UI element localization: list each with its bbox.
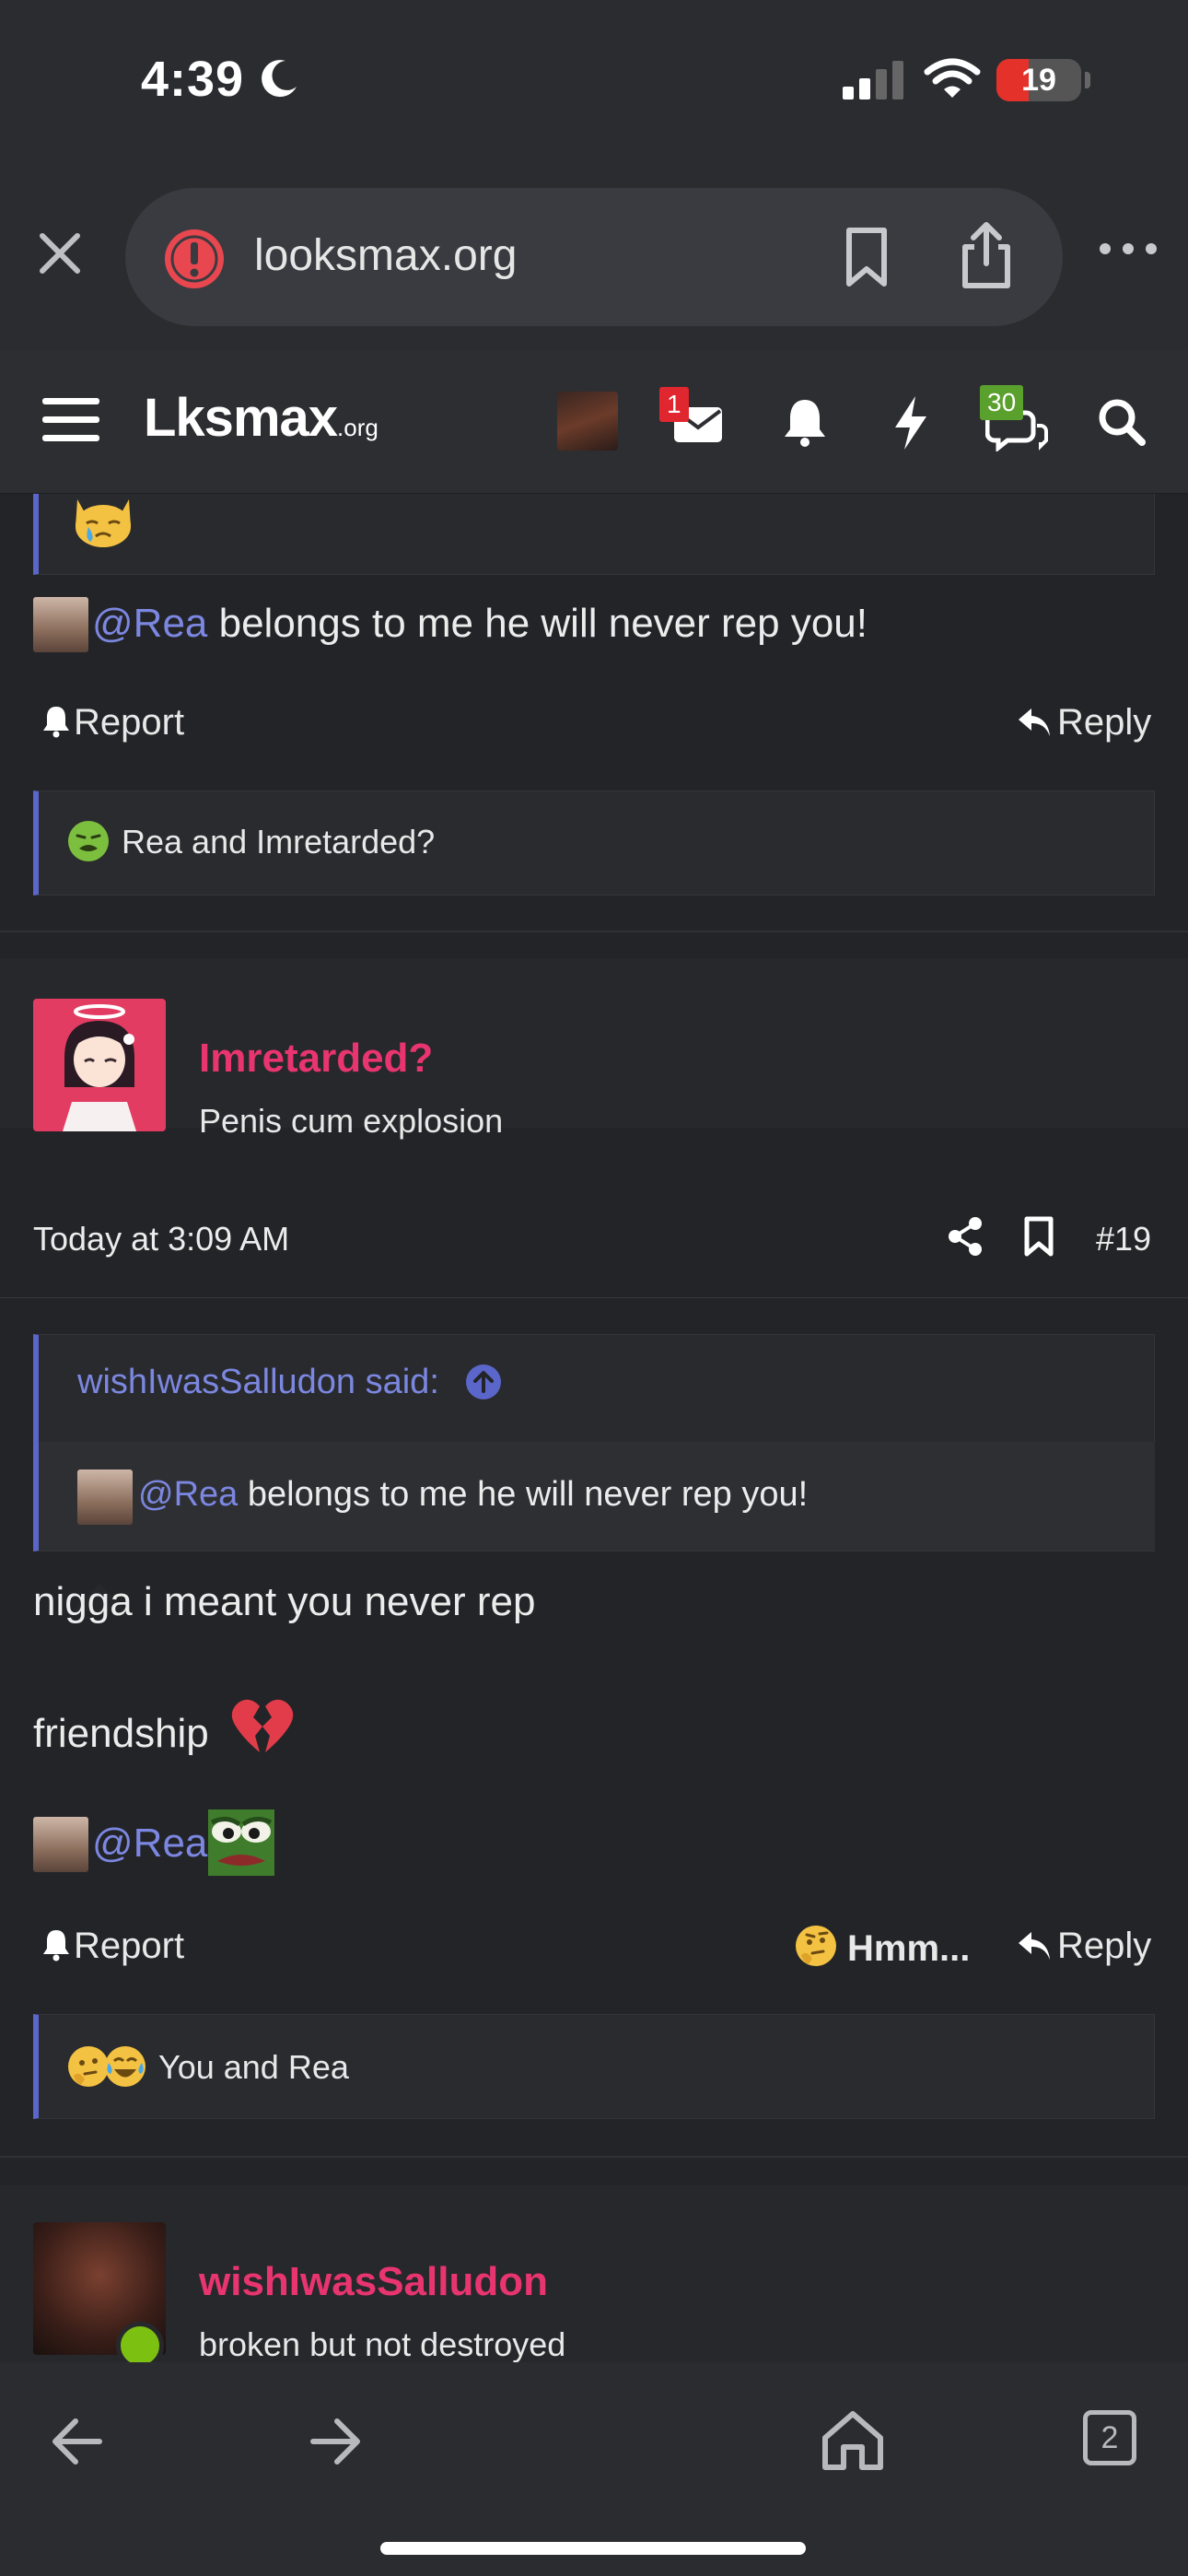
address-bar[interactable]: looksmax.org [125,188,1063,326]
reactions-bar[interactable]: Rea and Imretarded? [33,790,1155,896]
site-logo[interactable]: Lksmax.org [144,387,379,449]
react-hmm-label: Hmm... [847,1928,971,1969]
laughing-tears-emoji-icon [105,2046,146,2087]
chat-badge: 30 [980,385,1024,420]
jump-to-quote-icon[interactable] [465,1364,502,1400]
post-username[interactable]: wishIwasSalludon [199,2259,548,2305]
tab-count: 2 [1101,2420,1119,2455]
quote-block-tail [33,494,1155,575]
crying-cat-emoji-icon [76,499,131,547]
quote-text: @Rea belongs to me he will never rep you… [138,1475,808,1515]
site-navbar: Lksmax.org 1 30 [0,350,1188,494]
share-icon[interactable] [954,219,1019,289]
post-body-text: @Rea belongs to me he will never rep you… [92,601,868,647]
reactions-bar[interactable]: You and Rea [33,2014,1155,2119]
bookmark-icon[interactable] [834,225,899,289]
site-logo-suffix: .org [337,414,379,441]
user-mention-link[interactable]: @Rea [92,601,207,646]
post-user-header: wishIwasSalludon broken but not destroye… [0,2185,1188,2362]
post-body-mention[interactable]: @Rea [92,1821,207,1867]
online-status-dot [116,2322,164,2362]
user-avatar[interactable] [33,999,166,1131]
reactions-text: Rea and Imretarded? [122,823,436,861]
sick-face-emoji-icon [68,821,109,861]
mention-avatar [33,597,88,652]
status-bar: 4:39 19 [0,0,1188,175]
thread-content: @Rea belongs to me he will never rep you… [0,494,1188,2362]
forward-arrow-icon[interactable] [308,2416,363,2467]
post-username[interactable]: Imretarded? [199,1036,433,1082]
account-avatar[interactable] [557,392,618,451]
post-body-text-rest: belongs to me he will never rep you! [207,601,868,646]
pepe-frog-emoji-icon [208,1809,274,1876]
report-label: Report [74,1926,185,1966]
post-divider [0,931,1188,932]
post-divider [0,2156,1188,2158]
status-time: 4:39 [141,52,245,107]
url-text[interactable]: looksmax.org [254,230,517,281]
search-icon[interactable] [1096,396,1147,448]
quote-text-rest: belongs to me he will never rep you! [238,1475,809,1514]
anime-avatar-image [63,1004,136,1131]
wifi-icon [924,58,981,98]
menu-icon[interactable] [41,394,101,446]
reply-button[interactable]: Reply [1017,1926,1151,1967]
cellular-signal-icon [843,61,903,100]
post-body-line-2: friendship [33,1699,294,1757]
battery-icon: 19 [996,59,1081,101]
security-warning-icon[interactable] [162,227,227,291]
reply-arrow-icon [1019,1932,1050,1960]
tabs-button[interactable]: 2 [1083,2410,1136,2465]
mention-avatar [33,1817,88,1872]
battery-terminal [1085,72,1090,88]
user-mention-link[interactable]: @Rea [138,1475,238,1514]
close-tab-icon[interactable] [28,221,92,286]
post-user-title: broken but not destroyed [199,2325,566,2362]
post-user-title: Penis cum explosion [199,1102,504,1140]
meta-divider [0,1297,1188,1298]
post-body-line-1: nigga i meant you never rep [33,1579,536,1624]
browser-toolbar: looksmax.org [0,175,1188,350]
broken-heart-emoji-icon [231,1699,294,1752]
bell-icon[interactable] [779,396,831,448]
reply-arrow-icon [1019,708,1050,736]
post-body-line-2-text: friendship [33,1711,209,1756]
reply-label: Reply [1057,702,1152,743]
focus-moon-icon [262,60,297,98]
reactions-text: You and Rea [158,2048,349,2086]
reply-label: Reply [1057,1926,1152,1966]
quote-body: @Rea belongs to me he will never rep you… [39,1442,1155,1551]
quote-block: wishIwasSalludon said: @Rea belongs to m… [33,1334,1155,1551]
post-user-header: Imretarded? Penis cum explosion [0,958,1188,1140]
share-icon[interactable] [947,1216,984,1257]
post-number[interactable]: #19 [1096,1220,1151,1259]
more-options-icon[interactable] [1096,230,1160,267]
bell-icon [43,707,69,738]
lightning-icon[interactable] [890,394,930,451]
bell-icon [43,1930,69,1961]
battery-percentage: 19 [1021,63,1056,98]
bookmark-icon[interactable] [1022,1216,1055,1257]
mention-avatar [77,1469,133,1525]
report-label: Report [74,702,185,743]
quote-author-text: wishIwasSalludon said: [77,1363,439,1401]
report-button[interactable]: Report [41,1926,184,1967]
react-hmm-button[interactable]: Hmm... [794,1924,970,1970]
quote-author[interactable]: wishIwasSalludon said: [77,1363,502,1402]
thinking-face-emoji-icon [796,1926,836,1966]
post-timestamp[interactable]: Today at 3:09 AM [33,1220,289,1259]
back-arrow-icon[interactable] [50,2416,105,2467]
reply-button[interactable]: Reply [1017,702,1151,744]
site-logo-text: Lksmax [144,388,338,448]
home-indicator [380,2542,806,2555]
inbox-badge: 1 [659,387,689,422]
report-button[interactable]: Report [41,702,184,744]
home-icon[interactable] [820,2408,886,2471]
